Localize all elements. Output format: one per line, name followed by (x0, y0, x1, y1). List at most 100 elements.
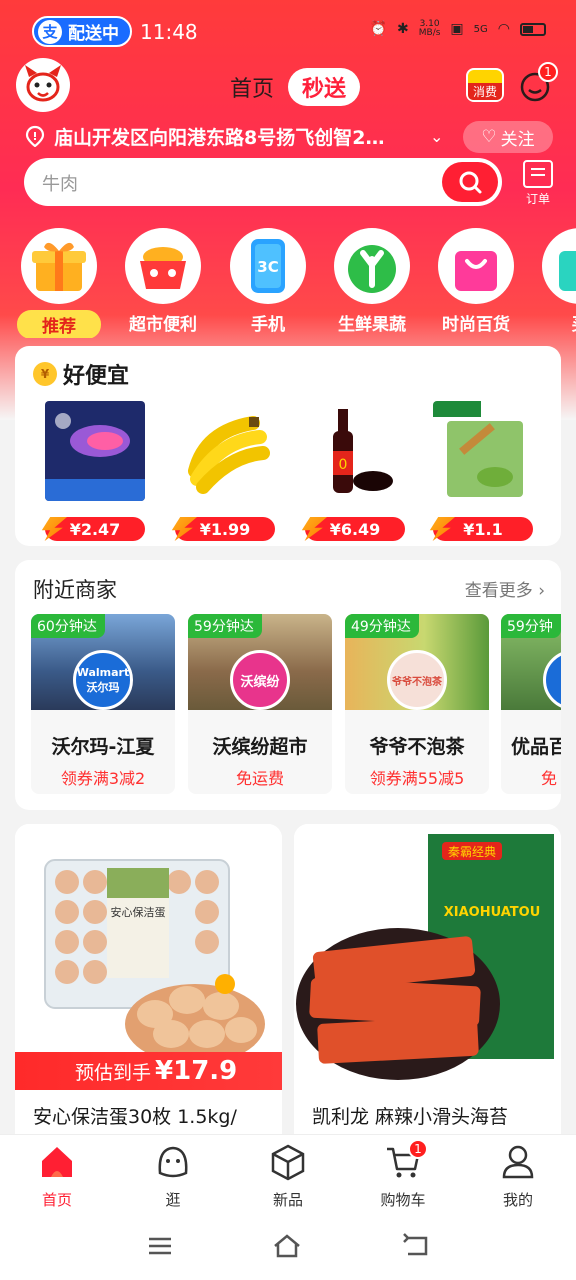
matcha-snack-box-icon (433, 401, 533, 501)
product-name: 凯利龙 麻辣小滑头海苔 (312, 1106, 509, 1128)
shop-name: 优品百 (511, 736, 561, 758)
message-badge: 1 (538, 62, 558, 82)
nav-profile[interactable]: 我的 (473, 1143, 563, 1210)
feed-product-card[interactable]: 秦霸经典 XIAOHUATOU 凯利龙 麻辣小滑头海苔 (294, 824, 561, 1154)
hd-icon: ▣ (450, 21, 464, 37)
search-bar[interactable]: 牛肉 (24, 158, 502, 206)
shopping-bag-icon (455, 251, 497, 291)
nearby-title: 附近商家 (33, 578, 117, 602)
search-button[interactable] (442, 162, 498, 202)
soy-sauce-bottle-icon: 0 (305, 401, 405, 501)
storefront-photo: 49分钟达 爷爷不泡茶 (345, 614, 489, 710)
category-fresh[interactable]: 生鲜果蔬 (322, 228, 422, 335)
status-bar: 支 配送中 11:48 ⏰ ✱ 3.10 MB/s ▣ 5G ◠ (0, 0, 576, 62)
jd-mascot-logo[interactable] (16, 58, 70, 112)
cheap-deals-title: 好便宜 (63, 364, 130, 389)
category-label: 生鲜果蔬 (338, 315, 406, 335)
cheap-deals-card: ¥ 好便宜 ¥2.47 ¥1.99 0 ¥6.49 ¥1.1 (15, 346, 561, 546)
deal-item[interactable]: ¥1.99 (175, 401, 275, 541)
chevron-down-icon: ⌄ (430, 126, 444, 146)
estimated-label: 预估到手 (75, 1061, 152, 1084)
deal-price: ¥2.47 (45, 517, 145, 541)
delivery-status-pill[interactable]: 支 配送中 (32, 16, 132, 47)
nav-label: 逛 (165, 1191, 181, 1209)
walmart-logo: Walmart 沃尔玛 (73, 650, 133, 710)
nav-label: 我的 (502, 1191, 533, 1209)
dog-mascot-icon (25, 65, 61, 102)
category-phones[interactable]: 3C 手机 (218, 228, 318, 335)
youpin-logo: 百 (543, 650, 561, 710)
tab-flash-delivery[interactable]: 秒送 (288, 68, 361, 106)
wobinfen-logo: 沃缤纷 (230, 650, 290, 710)
deal-item[interactable]: 0 ¥6.49 (305, 401, 405, 541)
nav-browse[interactable]: 逛 (128, 1143, 218, 1210)
new-box-icon (271, 1144, 305, 1181)
cart-bag-icon (559, 251, 576, 291)
nav-new[interactable]: 新品 (243, 1143, 333, 1210)
category-supermarket[interactable]: 超市便利 (113, 228, 213, 335)
storefront-photo: 60分钟达 Walmart 沃尔玛 (31, 614, 175, 710)
phone-3c-icon: 3C (251, 239, 285, 293)
deal-item[interactable]: ¥2.47 (45, 401, 145, 541)
menu-icon[interactable] (146, 1232, 174, 1260)
bottom-navigation: 首页 逛 新品 1 购物车 我的 (0, 1134, 576, 1214)
banana-bunch-icon (175, 401, 275, 501)
category-recommend[interactable]: 推荐 (9, 228, 109, 338)
deal-item[interactable]: ¥1.1 (433, 401, 533, 541)
category-row: 推荐 超市便利 3C 手机 生鲜果蔬 时尚百货 (0, 228, 576, 338)
top-tabs: 首页 秒送 (230, 68, 361, 106)
see-more-link[interactable]: 查看更多 › (465, 576, 545, 601)
signal-label: 5G (473, 23, 488, 35)
shop-card[interactable]: 49分钟达 爷爷不泡茶 爷爷不泡茶 领券满55减5 (345, 614, 489, 794)
browse-icon (158, 1146, 188, 1178)
tab-home[interactable]: 首页 (230, 71, 274, 103)
estimated-price-banner: 预估到手 ¥17.9 (15, 1052, 282, 1090)
delivery-time-badge: 59分钟达 (188, 614, 262, 638)
shop-name: 爷爷不泡茶 (369, 736, 465, 758)
address-text: 庙山开发区向阳港东路8号扬飞创智2… (54, 126, 385, 149)
shop-card[interactable]: 60分钟达 Walmart 沃尔玛 沃尔玛-江夏 领券满3减2 (31, 614, 175, 794)
estimated-price: ¥17.9 (155, 1056, 238, 1086)
feed-product-card[interactable]: 安心保洁蛋 预估到手 ¥17.9 安心保洁蛋30枚 1.5kg/ (15, 824, 282, 1154)
category-more[interactable]: 买 (530, 228, 576, 335)
wifi-icon: ◠ (497, 21, 510, 37)
shop-carousel[interactable]: 60分钟达 Walmart 沃尔玛 沃尔玛-江夏 领券满3减2 59分钟达 沃缤… (31, 614, 561, 799)
egg-package-label: 安心保洁蛋 (111, 905, 166, 919)
eggs-product-image: 安心保洁蛋 (15, 824, 282, 1089)
shop-card[interactable]: 59分钟达 沃缤纷 沃缤纷超市 免运费 (188, 614, 332, 794)
category-fashion[interactable]: 时尚百货 (426, 228, 526, 335)
shop-promo: 免运费 (235, 769, 284, 788)
shop-promo: 领券满3减2 (60, 769, 146, 788)
sanitary-pad-pack-icon (45, 401, 145, 501)
deal-price: ¥1.1 (433, 517, 533, 541)
delivery-time-badge: 60分钟达 (31, 614, 105, 638)
follow-button[interactable]: ♡ 关注 (463, 121, 553, 153)
cheap-deals-header[interactable]: ¥ 好便宜 (33, 358, 129, 390)
deal-price: ¥1.99 (175, 517, 275, 541)
address-selector[interactable]: 庙山开发区向阳港东路8号扬飞创智2… ⌄ (24, 118, 454, 154)
delivery-time-badge: 49分钟达 (345, 614, 419, 638)
seaweed-snack-image: 秦霸经典 XIAOHUATOU (294, 824, 561, 1089)
vegetable-icon (348, 245, 396, 293)
nearby-shops-card: 附近商家 查看更多 › 60分钟达 Walmart 沃尔玛 沃尔玛-江夏 领券满… (15, 560, 561, 810)
orders-button[interactable]: 订单 (518, 160, 558, 206)
system-icons: ⏰ ✱ 3.10 MB/s ▣ 5G ◠ (370, 20, 546, 38)
message-button[interactable]: 1 (518, 62, 558, 104)
home-key-icon[interactable] (272, 1232, 302, 1260)
orders-label: 订单 (525, 192, 550, 206)
heart-plus-icon: ♡ (481, 127, 497, 147)
back-icon[interactable] (402, 1232, 430, 1260)
category-label: 买 (530, 310, 576, 335)
shop-card[interactable]: 59分钟 百 优品百 免 (501, 614, 561, 794)
yeye-tea-logo: 爷爷不泡茶 (387, 650, 447, 710)
consume-button[interactable]: 消费 (466, 68, 504, 102)
shop-name: 沃尔玛-江夏 (51, 736, 155, 758)
bluetooth-icon: ✱ (397, 21, 409, 37)
nav-home[interactable]: 首页 (12, 1143, 102, 1210)
nav-cart[interactable]: 1 购物车 (358, 1139, 448, 1210)
nav-label: 首页 (41, 1191, 72, 1209)
shop-promo: 领券满55减5 (369, 769, 465, 788)
nav-label: 购物车 (380, 1191, 426, 1209)
search-icon (459, 171, 482, 194)
order-list-icon (523, 160, 553, 188)
